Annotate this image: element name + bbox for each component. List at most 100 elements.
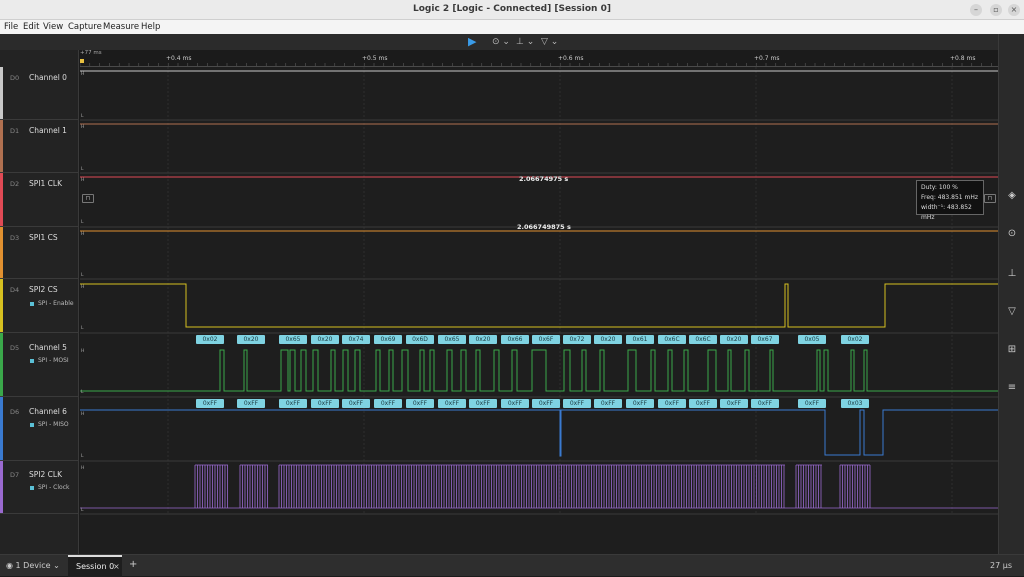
channel-name[interactable]: SPI1 CS bbox=[29, 233, 58, 242]
decode-frame[interactable]: 0xFF bbox=[196, 399, 224, 408]
decode-frame[interactable]: 0x67 bbox=[751, 335, 779, 344]
channel-number: D6 bbox=[10, 408, 20, 416]
svg-text:H: H bbox=[81, 231, 84, 237]
analyzer-label[interactable]: SPI - Clock bbox=[30, 484, 69, 491]
decode-frame[interactable]: 0x66 bbox=[501, 335, 529, 344]
marker-icon[interactable]: ▽ ⌄ bbox=[541, 36, 558, 48]
decode-frame[interactable]: 0xFF bbox=[501, 399, 529, 408]
channel-row-d1[interactable]: D1 Channel 1 bbox=[0, 120, 79, 173]
timescale-readout: 27 µs bbox=[990, 561, 1012, 570]
channel-row-d3[interactable]: D3 SPI1 CS bbox=[0, 227, 79, 279]
analyzer-label[interactable]: SPI - MISO bbox=[30, 421, 69, 428]
decode-frame[interactable]: 0xFF bbox=[469, 399, 497, 408]
decode-frame[interactable]: 0x20 bbox=[594, 335, 622, 344]
channel-name[interactable]: Channel 6 bbox=[29, 407, 67, 416]
decode-frame[interactable]: 0x05 bbox=[798, 335, 826, 344]
decode-frame[interactable]: 0xFF bbox=[658, 399, 686, 408]
analyzer-label[interactable]: SPI - MOSI bbox=[30, 357, 69, 364]
trigger-icon[interactable]: ⊙ ⌄ bbox=[492, 36, 510, 48]
measurements-icon[interactable]: ⊥ bbox=[1006, 268, 1018, 280]
channel-row-d4[interactable]: D4 SPI2 CS SPI - Enable bbox=[0, 279, 79, 333]
decode-frame[interactable]: 0x72 bbox=[563, 335, 591, 344]
decode-frame[interactable]: 0xFF bbox=[311, 399, 339, 408]
list-icon[interactable]: ≡ bbox=[1006, 382, 1018, 394]
decode-frame[interactable]: 0xFF bbox=[563, 399, 591, 408]
decode-frame[interactable]: 0xFF bbox=[798, 399, 826, 408]
decode-frame[interactable]: 0x20 bbox=[311, 335, 339, 344]
channel-panel: D0 Channel 0 D1 Channel 1 D2 SPI1 CLK D3… bbox=[0, 50, 79, 554]
menu-capture[interactable]: Capture bbox=[68, 22, 102, 32]
minimize-icon[interactable]: – bbox=[970, 4, 982, 16]
decode-frame[interactable]: 0xFF bbox=[438, 399, 466, 408]
decode-frame[interactable]: 0x20 bbox=[237, 335, 265, 344]
menu-measure[interactable]: Measure bbox=[103, 22, 139, 32]
decode-frame[interactable]: 0x20 bbox=[720, 335, 748, 344]
decode-frame[interactable]: 0xFF bbox=[237, 399, 265, 408]
svg-text:L: L bbox=[81, 453, 84, 459]
decode-frame[interactable]: 0x74 bbox=[342, 335, 370, 344]
menu-help[interactable]: Help bbox=[141, 22, 160, 32]
decode-frame[interactable]: 0xFF bbox=[342, 399, 370, 408]
channel-row-d5[interactable]: D5 Channel 5 SPI - MOSI bbox=[0, 333, 79, 397]
title-bar: Logic 2 [Logic - Connected] [Session 0] … bbox=[0, 0, 1024, 20]
decode-frame[interactable]: 0x20 bbox=[469, 335, 497, 344]
decode-frame[interactable]: 0xFF bbox=[720, 399, 748, 408]
analyzer-label[interactable]: SPI - Enable bbox=[30, 300, 74, 307]
decode-frame[interactable]: 0x6C bbox=[689, 335, 717, 344]
channel-row-d0[interactable]: D0 Channel 0 bbox=[0, 67, 79, 120]
decode-frame[interactable]: 0x65 bbox=[279, 335, 307, 344]
decode-frame[interactable]: 0xFF bbox=[279, 399, 307, 408]
decode-frame[interactable]: 0xFF bbox=[626, 399, 654, 408]
extensions-icon[interactable]: ⊞ bbox=[1006, 344, 1018, 356]
channel-name[interactable]: Channel 1 bbox=[29, 126, 67, 135]
channel-color-bar bbox=[0, 279, 3, 332]
decode-frame[interactable]: 0x03 bbox=[841, 399, 869, 408]
maximize-icon[interactable]: ▫ bbox=[990, 4, 1002, 16]
decode-frame[interactable]: 0x61 bbox=[626, 335, 654, 344]
channel-row-d2[interactable]: D2 SPI1 CLK bbox=[0, 173, 79, 227]
session-tab[interactable]: Session 0 × bbox=[68, 555, 122, 577]
menu-view[interactable]: View bbox=[43, 22, 63, 32]
channel-number: D1 bbox=[10, 127, 20, 135]
channel-name[interactable]: SPI1 CLK bbox=[29, 179, 62, 188]
channel-row-d7[interactable]: D7 SPI2 CLK SPI - Clock bbox=[0, 461, 79, 514]
menu-edit[interactable]: Edit bbox=[23, 22, 39, 32]
decode-frame[interactable]: 0x6D bbox=[406, 335, 434, 344]
channel-name[interactable]: Channel 5 bbox=[29, 343, 67, 352]
decode-frame[interactable]: 0xFF bbox=[374, 399, 402, 408]
svg-text:H: H bbox=[81, 124, 84, 130]
channel-color-bar bbox=[0, 67, 3, 119]
decode-frame[interactable]: 0xFF bbox=[751, 399, 779, 408]
notes-icon[interactable]: ▽ bbox=[1006, 306, 1018, 318]
decode-frame[interactable]: 0x69 bbox=[374, 335, 402, 344]
channel-name[interactable]: Channel 0 bbox=[29, 73, 67, 82]
decode-frame[interactable]: 0xFF bbox=[594, 399, 622, 408]
decode-frame[interactable]: 0x6F bbox=[532, 335, 560, 344]
device-selector[interactable]: ◉ 1 Device ⌄ bbox=[6, 561, 60, 570]
channel-name[interactable]: SPI2 CLK bbox=[29, 470, 62, 479]
decode-frame[interactable]: 0x6C bbox=[658, 335, 686, 344]
waveform-area[interactable]: HL HL HL HL HL HL HL HL +77 ms +0.4 ms +… bbox=[80, 50, 998, 554]
timeline-tick: +0.6 ms bbox=[558, 55, 584, 62]
channel-number: D3 bbox=[10, 234, 20, 242]
decode-frame[interactable]: 0xFF bbox=[406, 399, 434, 408]
play-icon[interactable]: ▶ bbox=[468, 36, 476, 48]
channel-number: D7 bbox=[10, 471, 20, 479]
decode-frame[interactable]: 0xFF bbox=[532, 399, 560, 408]
measure-icon[interactable]: ⊥ ⌄ bbox=[516, 36, 534, 48]
timing-icon[interactable]: ⊙ bbox=[1006, 228, 1018, 240]
decode-frame[interactable]: 0xFF bbox=[689, 399, 717, 408]
channel-name[interactable]: SPI2 CS bbox=[29, 285, 58, 294]
decode-frame[interactable]: 0x02 bbox=[841, 335, 869, 344]
analyzers-icon[interactable]: ◈ bbox=[1006, 190, 1018, 202]
decode-frame[interactable]: 0x02 bbox=[196, 335, 224, 344]
close-tab-icon[interactable]: × bbox=[113, 562, 120, 571]
add-tab-button[interactable]: + bbox=[129, 559, 137, 570]
close-window-icon[interactable]: × bbox=[1008, 4, 1020, 16]
pulse-measure-icon[interactable]: ⊓ bbox=[984, 194, 996, 203]
timeline-tick: +0.5 ms bbox=[362, 55, 388, 62]
decode-frame[interactable]: 0x65 bbox=[438, 335, 466, 344]
channel-row-d6[interactable]: D6 Channel 6 SPI - MISO bbox=[0, 397, 79, 461]
pulse-measure-icon[interactable]: ⊓ bbox=[82, 194, 94, 203]
menu-file[interactable]: File bbox=[4, 22, 18, 32]
